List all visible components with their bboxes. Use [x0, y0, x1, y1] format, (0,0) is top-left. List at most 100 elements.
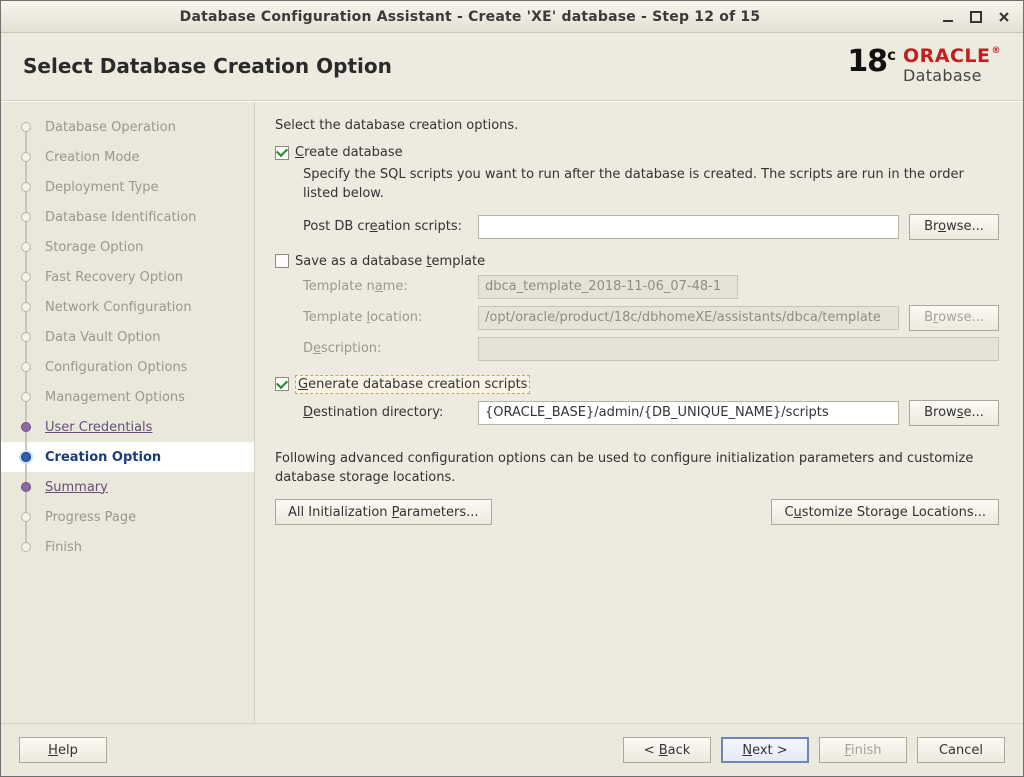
create-database-section: Specify the SQL scripts you want to run … — [303, 166, 999, 240]
wizard-step-label[interactable]: Summary — [45, 480, 108, 495]
step-dot-icon — [21, 452, 31, 462]
maximize-icon — [970, 11, 982, 23]
page-header: Select Database Creation Option 18c ORAC… — [1, 33, 1023, 101]
generate-scripts-checkbox[interactable] — [275, 377, 289, 391]
step-dot-icon — [21, 302, 31, 312]
wizard-step-label: Deployment Type — [45, 180, 159, 195]
wizard-step-3: Database Identification — [1, 202, 254, 232]
step-dot-icon — [21, 242, 31, 252]
step-dot-icon — [21, 332, 31, 342]
wizard-step-8: Configuration Options — [1, 352, 254, 382]
wizard-step-label: Fast Recovery Option — [45, 270, 183, 285]
create-database-checkbox-row[interactable]: Create database — [275, 145, 999, 160]
step-dot-icon — [21, 542, 31, 552]
wizard-step-label: Database Operation — [45, 120, 176, 135]
wizard-step-10[interactable]: User Credentials — [1, 412, 254, 442]
wizard-step-label: Database Identification — [45, 210, 196, 225]
save-template-section: Template name: Template location: Browse… — [303, 275, 999, 361]
wizard-step-2: Deployment Type — [1, 172, 254, 202]
destination-directory-label: Destination directory: — [303, 405, 468, 420]
minimize-button[interactable] — [937, 6, 959, 28]
app-window: Database Configuration Assistant - Creat… — [0, 0, 1024, 777]
post-db-scripts-label: Post DB creation scripts: — [303, 219, 468, 234]
step-dot-icon — [21, 182, 31, 192]
minimize-icon — [942, 11, 954, 23]
advanced-note: Following advanced configuration options… — [275, 450, 999, 488]
step-dot-icon — [21, 272, 31, 282]
wizard-step-4: Storage Option — [1, 232, 254, 262]
template-name-label: Template name: — [303, 279, 468, 294]
all-init-params-button[interactable]: All Initialization Parameters... — [275, 499, 492, 525]
wizard-step-11: Creation Option — [1, 442, 254, 472]
step-dot-icon — [21, 482, 31, 492]
generate-scripts-label: Generate database creation scripts — [295, 375, 530, 394]
save-template-checkbox[interactable] — [275, 254, 289, 268]
wizard-step-6: Network Configuration — [1, 292, 254, 322]
wizard-step-label: Creation Option — [45, 450, 161, 465]
template-description-input — [478, 337, 999, 361]
wizard-step-label: Network Configuration — [45, 300, 192, 315]
step-dot-icon — [21, 512, 31, 522]
wizard-step-label: Data Vault Option — [45, 330, 161, 345]
cancel-button[interactable]: Cancel — [917, 737, 1005, 763]
wizard-step-0: Database Operation — [1, 112, 254, 142]
post-db-scripts-row: Post DB creation scripts: Browse... — [303, 214, 999, 240]
close-icon — [998, 11, 1010, 23]
wizard-step-label: Progress Page — [45, 510, 136, 525]
template-name-input — [478, 275, 738, 299]
wizard-step-label: Finish — [45, 540, 82, 555]
wizard-step-label: Storage Option — [45, 240, 143, 255]
post-db-scripts-browse-button[interactable]: Browse... — [909, 214, 999, 240]
finish-button: Finish — [819, 737, 907, 763]
brand-subword: Database — [903, 68, 1001, 84]
maximize-button[interactable] — [965, 6, 987, 28]
back-button[interactable]: < Back — [623, 737, 711, 763]
title-bar: Database Configuration Assistant - Creat… — [1, 1, 1023, 33]
step-dot-icon — [21, 422, 31, 432]
advanced-buttons-row: All Initialization Parameters... Customi… — [275, 499, 999, 525]
generate-scripts-section: Destination directory: Browse... — [303, 400, 999, 426]
step-dot-icon — [21, 122, 31, 132]
oracle-logo: 18c ORACLE® Database — [847, 47, 1001, 84]
wizard-step-label[interactable]: User Credentials — [45, 420, 152, 435]
step-dot-icon — [21, 152, 31, 162]
brand-word: ORACLE® — [903, 47, 1001, 66]
main-panel: Select the database creation options. Cr… — [255, 102, 1023, 723]
save-template-label: Save as a database template — [295, 254, 485, 269]
customize-storage-button[interactable]: Customize Storage Locations... — [771, 499, 999, 525]
destination-directory-browse-button[interactable]: Browse... — [909, 400, 999, 426]
template-location-input — [478, 306, 899, 330]
wizard-step-1: Creation Mode — [1, 142, 254, 172]
wizard-step-9: Management Options — [1, 382, 254, 412]
page-title: Select Database Creation Option — [23, 54, 392, 78]
wizard-step-14: Finish — [1, 532, 254, 562]
template-location-label: Template location: — [303, 310, 468, 325]
post-db-scripts-input[interactable] — [478, 215, 899, 239]
wizard-step-label: Creation Mode — [45, 150, 140, 165]
destination-directory-input[interactable] — [478, 401, 899, 425]
create-database-desc: Specify the SQL scripts you want to run … — [303, 166, 999, 204]
step-dot-icon — [21, 392, 31, 402]
step-dot-icon — [21, 362, 31, 372]
wizard-step-12[interactable]: Summary — [1, 472, 254, 502]
intro-text: Select the database creation options. — [275, 118, 999, 133]
wizard-step-7: Data Vault Option — [1, 322, 254, 352]
next-button[interactable]: Next > — [721, 737, 809, 763]
brand-version: 18c — [847, 47, 895, 77]
template-description-label: Description: — [303, 341, 468, 356]
wizard-step-label: Configuration Options — [45, 360, 187, 375]
wizard-footer: Help < Back Next > Finish Cancel — [1, 723, 1023, 776]
step-dot-icon — [21, 212, 31, 222]
save-template-checkbox-row[interactable]: Save as a database template — [275, 254, 999, 269]
wizard-steps-sidebar: Database Operation Creation Mode Deploymen… — [1, 102, 255, 723]
body: Database Operation Creation Mode Deploymen… — [1, 101, 1023, 723]
template-location-browse-button: Browse... — [909, 305, 999, 331]
wizard-step-13: Progress Page — [1, 502, 254, 532]
wizard-step-5: Fast Recovery Option — [1, 262, 254, 292]
generate-scripts-checkbox-row[interactable]: Generate database creation scripts — [275, 375, 999, 394]
wizard-step-label: Management Options — [45, 390, 185, 405]
create-database-checkbox[interactable] — [275, 146, 289, 160]
close-button[interactable] — [993, 6, 1015, 28]
create-database-label: Create database — [295, 145, 403, 160]
help-button[interactable]: Help — [19, 737, 107, 763]
